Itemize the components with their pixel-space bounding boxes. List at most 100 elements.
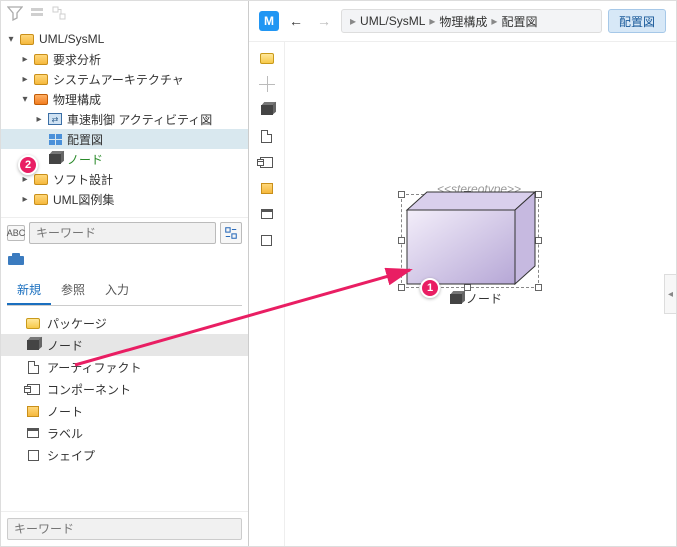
crumb-item[interactable]: UML/SysML — [360, 14, 425, 28]
tree-label: 要求分析 — [53, 51, 101, 68]
palette-item-artifact[interactable]: アーティファクト — [1, 356, 248, 378]
activity-diagram-icon: ⇄ — [47, 112, 63, 126]
node-caption-text: ノード — [466, 290, 502, 307]
resize-handle[interactable] — [398, 284, 405, 291]
tree-item-node[interactable]: ノード — [1, 149, 248, 169]
resize-handle[interactable] — [398, 237, 405, 244]
crumb-item[interactable]: 物理構成 — [439, 13, 487, 30]
label-icon — [25, 426, 41, 440]
tab-input[interactable]: 入力 — [95, 275, 139, 305]
expand-icon[interactable]: ▸ — [19, 73, 31, 85]
tree-item[interactable]: ▸ ソフト設計 — [1, 169, 248, 189]
resize-handle[interactable] — [398, 191, 405, 198]
nav-forward: → — [313, 10, 335, 32]
tree-item[interactable]: ▸ UML図例集 — [1, 189, 248, 209]
palette-label: ラベル — [47, 425, 83, 442]
model-badge: M — [259, 11, 279, 31]
node-icon — [47, 152, 63, 166]
folder-tool-icon[interactable] — [258, 50, 276, 66]
palette-item-component[interactable]: コンポーネント — [1, 378, 248, 400]
tree-root[interactable]: ▾ UML/SysML — [1, 29, 248, 49]
main-header: M ← → ▸ UML/SysML ▸ 物理構成 ▸ 配置図 配置図 — [249, 1, 676, 42]
tree-label: システムアーキテクチャ — [53, 71, 184, 88]
tree-label: UML図例集 — [53, 191, 114, 208]
note-icon — [25, 404, 41, 418]
right-panel-expand[interactable]: ◂ — [664, 274, 676, 314]
palette-label: コンポーネント — [47, 381, 131, 398]
palette-item-node[interactable]: ノード — [1, 334, 248, 356]
main: M ← → ▸ UML/SysML ▸ 物理構成 ▸ 配置図 配置図 — [249, 1, 676, 546]
palette-item-shape[interactable]: シェイプ — [1, 444, 248, 466]
component-tool-icon[interactable] — [258, 154, 276, 170]
document-icon — [25, 360, 41, 374]
tree-item-deployment[interactable]: 配置図 — [1, 129, 248, 149]
tree-search-input[interactable] — [29, 222, 216, 244]
filter-icon[interactable] — [7, 5, 23, 21]
breadcrumb[interactable]: ▸ UML/SysML ▸ 物理構成 ▸ 配置図 — [341, 9, 602, 33]
chevron-right-icon: ▸ — [429, 14, 435, 28]
toolbox-icon — [7, 252, 25, 266]
tree-label: 配置図 — [67, 131, 103, 148]
palette-list: パッケージ ノード アーティファクト コンポーネント ノート ラベル — [1, 306, 248, 511]
folder-icon — [25, 316, 41, 330]
label-tool-icon[interactable] — [258, 206, 276, 222]
tab-new[interactable]: 新規 — [7, 275, 51, 305]
callout-2: 2 — [18, 155, 38, 175]
nav-back[interactable]: ← — [285, 10, 307, 32]
tree-item[interactable]: ▸ システムアーキテクチャ — [1, 69, 248, 89]
palette-item-package[interactable]: パッケージ — [1, 312, 248, 334]
document-tool-icon[interactable] — [258, 128, 276, 144]
tab-ref[interactable]: 参照 — [51, 275, 95, 305]
palette-label: ノード — [47, 337, 83, 354]
stack-icon[interactable] — [29, 5, 45, 21]
palette-item-label[interactable]: ラベル — [1, 422, 248, 444]
main-body: <<stereotype>> — [249, 42, 676, 546]
diagram-button[interactable]: 配置図 — [608, 9, 666, 33]
palette-head: 新規 参照 入力 — [1, 248, 248, 306]
crumb-item[interactable]: 配置図 — [501, 13, 537, 30]
expand-icon[interactable]: ▸ — [33, 113, 45, 125]
shape-tool-icon[interactable] — [258, 232, 276, 248]
node-shape[interactable] — [405, 190, 537, 286]
palette-label: ノート — [47, 403, 83, 420]
palette-tabs: 新規 参照 入力 — [7, 275, 242, 306]
folder-icon — [33, 92, 49, 106]
callout-1: 1 — [420, 278, 440, 298]
diagram-canvas[interactable]: <<stereotype>> — [285, 42, 676, 546]
collapse-icon[interactable]: ▾ — [5, 33, 17, 45]
tree-search-row: ABC — [1, 217, 248, 248]
crosshair-icon[interactable] — [258, 76, 276, 92]
collapse-icon[interactable]: ▾ — [19, 93, 31, 105]
sidebar-toolbar — [1, 1, 248, 27]
search-settings-icon — [224, 226, 238, 240]
tool-rail — [249, 42, 285, 546]
folder-icon — [33, 192, 49, 206]
tree-search-button[interactable] — [220, 222, 242, 244]
palette-label: アーティファクト — [47, 359, 142, 376]
node-caption: ノード — [450, 290, 502, 307]
folder-icon — [33, 172, 49, 186]
tree-label: 物理構成 — [53, 91, 101, 108]
expand-icon[interactable]: ▸ — [19, 53, 31, 65]
sidebar: ▾ UML/SysML ▸ 要求分析 ▸ システムアーキテクチャ ▾ 物理構成 — [1, 1, 249, 546]
tree-item[interactable]: ▸ 要求分析 — [1, 49, 248, 69]
tree-item[interactable]: ▾ 物理構成 — [1, 89, 248, 109]
tree-item-activity[interactable]: ▸ ⇄ 車速制御 アクティビティ図 — [1, 109, 248, 129]
node-tool-icon[interactable] — [258, 102, 276, 118]
keyword-label-icon: ABC — [7, 225, 25, 241]
chevron-right-icon: ▸ — [350, 14, 356, 28]
tree-label: UML/SysML — [39, 32, 104, 46]
expand-icon[interactable]: ▸ — [19, 193, 31, 205]
note-tool-icon[interactable] — [258, 180, 276, 196]
palette-item-note[interactable]: ノート — [1, 400, 248, 422]
folder-icon — [33, 72, 49, 86]
folder-icon — [33, 52, 49, 66]
chevron-right-icon: ▸ — [491, 14, 497, 28]
structure-icon[interactable] — [51, 5, 67, 21]
palette-search-row — [1, 511, 248, 546]
tree-label: 車速制御 アクティビティ図 — [67, 111, 212, 128]
folder-icon — [19, 32, 35, 46]
tree-label: ノード — [67, 151, 103, 168]
palette-search-input[interactable] — [7, 518, 242, 540]
palette-label: シェイプ — [47, 447, 95, 464]
